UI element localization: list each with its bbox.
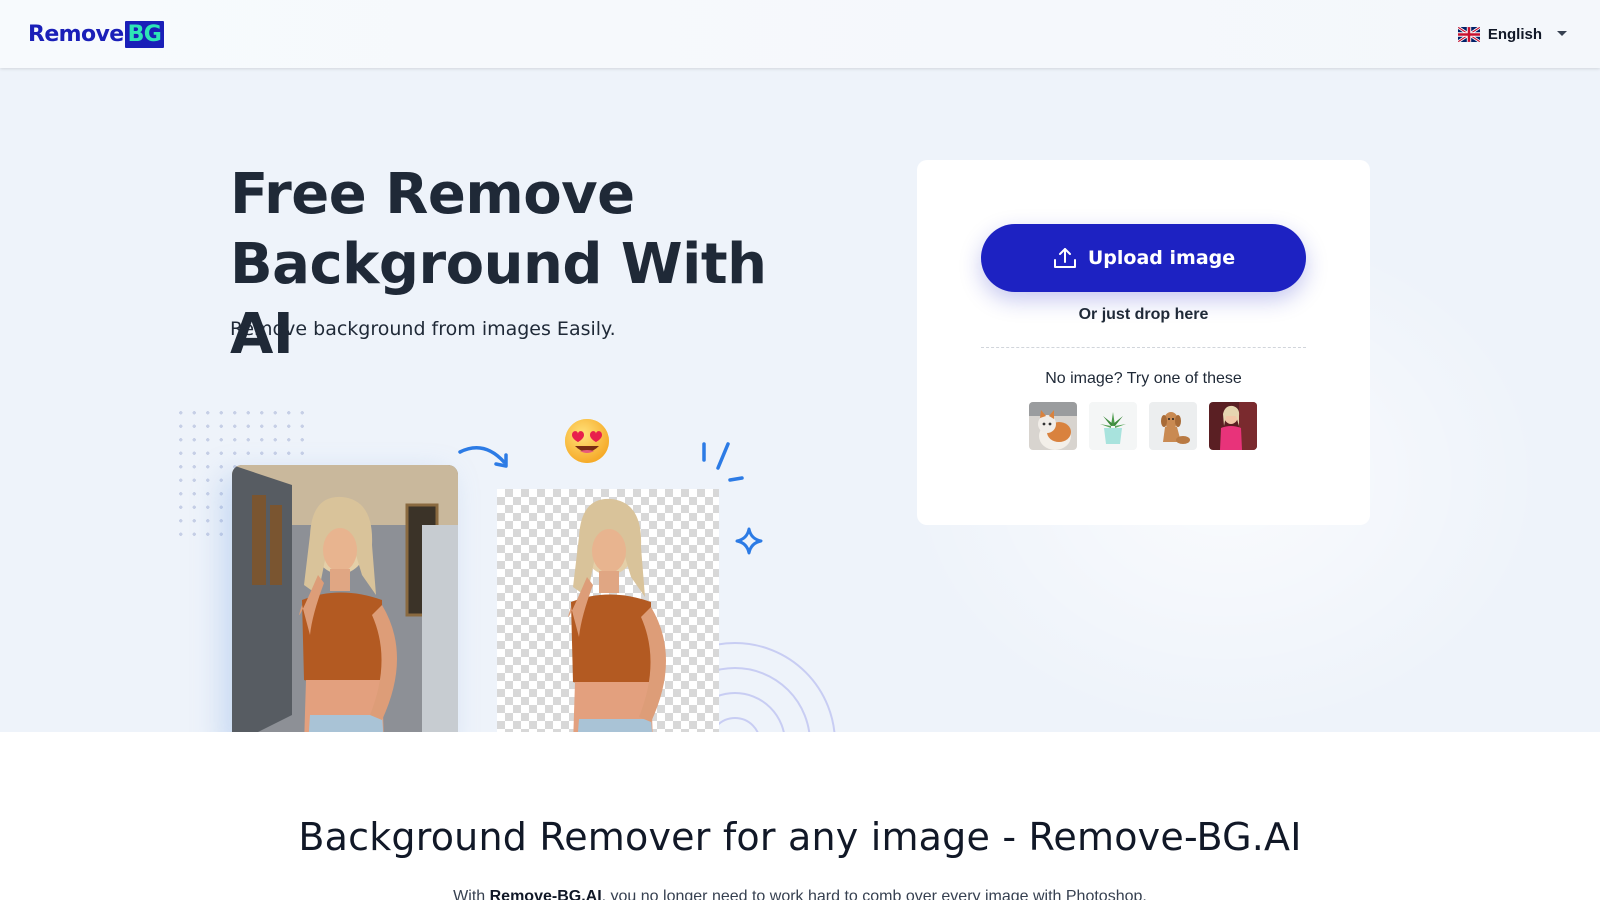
- curved-arrow-icon: [458, 446, 508, 468]
- after-image: [497, 489, 719, 732]
- section-text-rest: , you no longer need to work hard to com…: [601, 888, 1147, 900]
- hero-title-line1: Free Remove: [230, 162, 635, 227]
- sample-image-dog[interactable]: [1149, 402, 1197, 450]
- divider: [981, 347, 1306, 348]
- hero-section: Free Remove Background With AI Remove ba…: [0, 68, 1600, 732]
- upload-card: Upload image Or just drop here No image?…: [917, 160, 1370, 525]
- hero-subtitle: Remove background from images Easily.: [230, 318, 616, 340]
- section-text-brand: Remove-BG.AI: [489, 888, 602, 900]
- site-logo[interactable]: Remove BG: [28, 20, 165, 48]
- hero-title-line2: Background With AI: [230, 232, 767, 367]
- section-text: With Remove-BG.AI, you no longer need to…: [0, 888, 1600, 900]
- decorative-arcs: [700, 642, 836, 732]
- sample-hint: No image? Try one of these: [1045, 370, 1242, 387]
- sample-images: [1029, 402, 1257, 450]
- section-text-prefix: With: [453, 888, 490, 900]
- sample-image-woman[interactable]: [1209, 402, 1257, 450]
- drop-hint: Or just drop here: [1078, 306, 1209, 323]
- upload-image-label: Upload image: [1087, 247, 1236, 269]
- logo-text: Remove: [28, 21, 124, 47]
- star-sparkle-icon: [735, 527, 763, 555]
- uk-flag-icon: [1457, 26, 1480, 42]
- before-image: [232, 465, 458, 732]
- top-navbar: Remove BG English: [0, 0, 1600, 68]
- sample-image-plant[interactable]: [1089, 402, 1137, 450]
- language-selector[interactable]: English: [1457, 22, 1568, 46]
- sample-image-cat[interactable]: [1029, 402, 1077, 450]
- chevron-down-icon: [1557, 31, 1567, 36]
- logo-badge: BG: [124, 20, 165, 48]
- upload-icon: [1053, 248, 1076, 268]
- upload-image-button[interactable]: Upload image: [981, 224, 1306, 292]
- heart-eyes-emoji-icon: [565, 419, 609, 463]
- sparkle-lines-icon: [702, 442, 744, 482]
- section-title: Background Remover for any image - Remov…: [298, 815, 1302, 859]
- language-label: English: [1487, 25, 1542, 43]
